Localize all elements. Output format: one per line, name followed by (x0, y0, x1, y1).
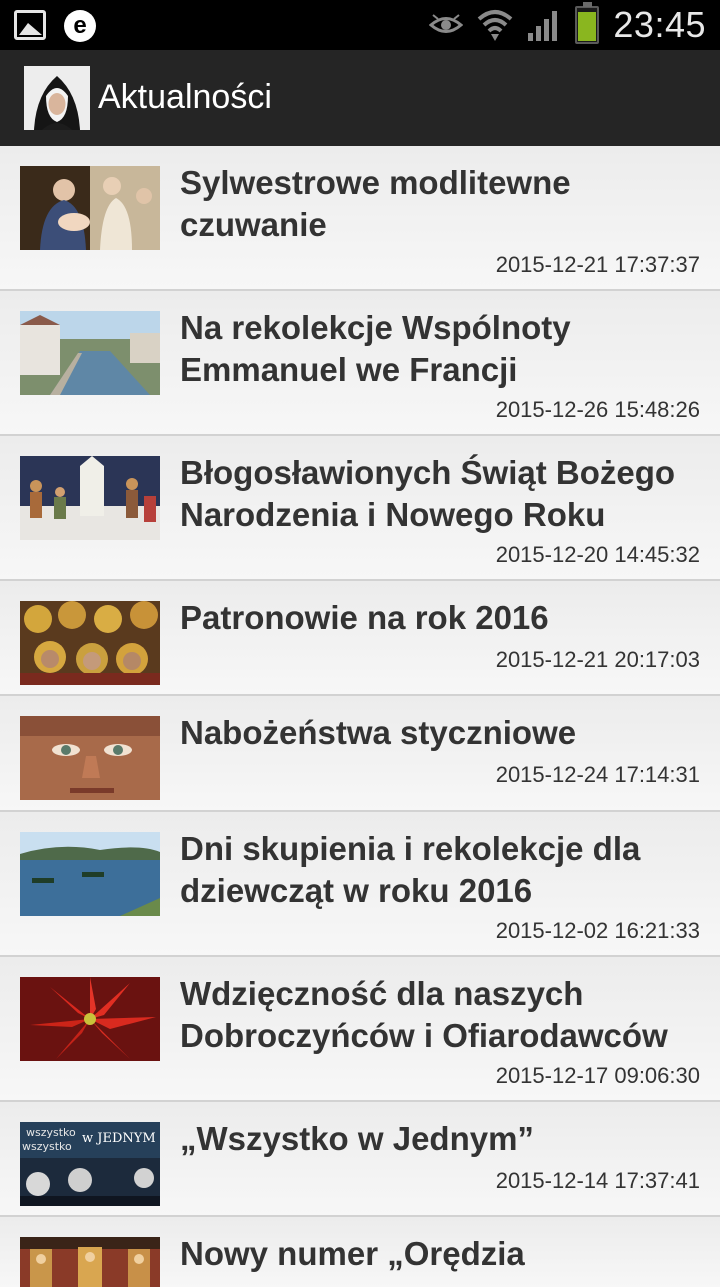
signal-icon (528, 11, 558, 41)
news-thumbnail (20, 166, 160, 250)
battery-icon (575, 2, 600, 44)
status-bar: e 23:45 (0, 0, 720, 50)
news-thumbnail (20, 832, 160, 916)
news-title: Na rekolekcje Wspólnoty Emmanuel we Franc… (180, 309, 571, 388)
news-date: 2015-12-20 14:45:32 (495, 542, 700, 567)
list-item[interactable]: Wdzięczność dla naszych Dobroczyńców i Of… (0, 957, 720, 1102)
svg-text:w JEDNYM: w JEDNYM (82, 1131, 156, 1146)
page-title: Aktualności (98, 78, 272, 116)
news-title: „Wszystko w Jednym” (180, 1120, 534, 1157)
list-item[interactable]: Nowy numer „Orędzia (0, 1217, 720, 1287)
news-title: Nowy numer „Orędzia (180, 1235, 525, 1272)
action-bar: Aktualności (0, 50, 720, 146)
news-title: Wdzięczność dla naszych Dobroczyńców i Of… (180, 975, 668, 1054)
app-logo-icon[interactable] (24, 66, 90, 130)
news-title: Błogosławionych Świąt Bożego Narodzenia i… (180, 454, 676, 533)
list-item[interactable]: wszystko wszystko w JEDNYM „Wszystko w J… (0, 1102, 720, 1217)
svg-text:wszystko: wszystko (22, 1140, 72, 1153)
wifi-icon (478, 10, 513, 41)
news-date: 2015-12-14 17:37:41 (495, 1168, 700, 1193)
news-date: 2015-12-26 15:48:26 (495, 397, 700, 422)
news-thumbnail (20, 456, 160, 540)
news-list: Sylwestrowe modlitewne czuwanie 2015-12-2… (0, 146, 720, 1287)
news-title: Nabożeństwa styczniowe (180, 714, 577, 751)
news-thumbnail: wszystko wszystko w JEDNYM (20, 1122, 160, 1206)
news-title: Dni skupienia i rekolekcje dla dziewcząt … (180, 830, 641, 909)
list-item[interactable]: Sylwestrowe modlitewne czuwanie 2015-12-2… (0, 146, 720, 291)
news-thumbnail (20, 977, 160, 1061)
status-time: 23:45 (613, 4, 706, 45)
news-date: 2015-12-02 16:21:33 (495, 918, 700, 943)
news-thumbnail (20, 601, 160, 685)
gallery-icon (14, 10, 46, 40)
news-thumbnail (20, 311, 160, 395)
list-item[interactable]: Patronowie na rok 2016 2015-12-21 20:17:… (0, 581, 720, 696)
news-title: Patronowie na rok 2016 (180, 599, 549, 636)
news-thumbnail (20, 716, 160, 800)
news-date: 2015-12-21 20:17:03 (495, 647, 700, 672)
news-date: 2015-12-21 17:37:37 (495, 252, 700, 277)
list-item[interactable]: Dni skupienia i rekolekcje dla dziewcząt … (0, 812, 720, 957)
list-item[interactable]: Błogosławionych Świąt Bożego Narodzenia i… (0, 436, 720, 581)
e-app-icon: e (64, 10, 96, 42)
list-item[interactable]: Nabożeństwa styczniowe 2015-12-24 17:14:… (0, 696, 720, 812)
svg-text:wszystko: wszystko (26, 1126, 76, 1139)
list-item[interactable]: Na rekolekcje Wspólnoty Emmanuel we Franc… (0, 291, 720, 436)
eye-icon (429, 14, 464, 33)
news-date: 2015-12-17 09:06:30 (495, 1063, 700, 1088)
news-title: Sylwestrowe modlitewne czuwanie (180, 164, 571, 243)
news-date: 2015-12-24 17:14:31 (495, 762, 700, 787)
